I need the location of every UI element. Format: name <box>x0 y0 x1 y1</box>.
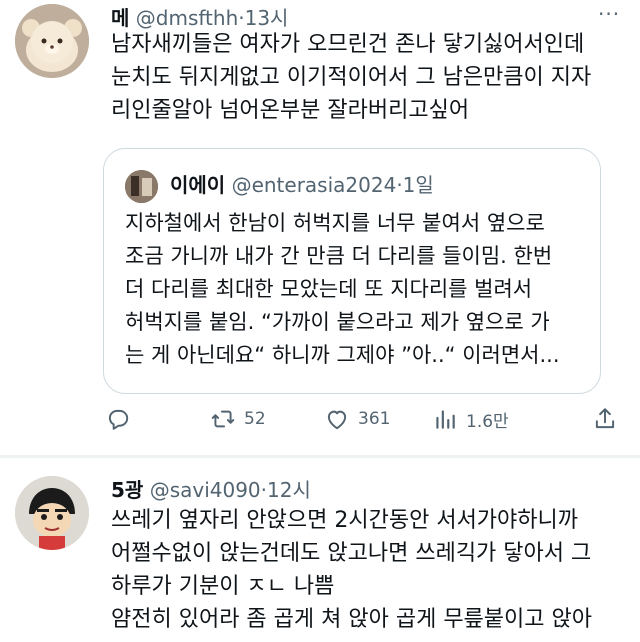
timestamp[interactable]: 12시 <box>267 478 311 502</box>
quoted-tweet[interactable]: 이에이 @enterasia2024·1일 지하철에서 한남이 허벅지를 너무 … <box>103 148 601 394</box>
quote-text-line: 는 게 아닌데요“ 하니까 그제야 ”아..“ 이러면서... <box>125 343 560 367</box>
tweet-text-line: 얌전히 있어라 좀 곱게 쳐 앉아 곱게 무릎붙이고 앉아 <box>111 607 592 632</box>
views-button[interactable]: 1.6만 <box>432 406 509 432</box>
retweet-button[interactable]: 52 <box>210 406 266 432</box>
display-name[interactable]: 5광 <box>111 478 143 502</box>
tweet-text-line: 하루가 기분이 ㅈㄴ 나쁨 <box>111 574 335 599</box>
quote-text-line: 더 다리를 최대한 모았는데 또 지다리를 벌려서 <box>125 277 533 301</box>
quote-handle: @enterasia2024 <box>231 173 397 197</box>
action-bar: 52 361 1.6만 <box>100 406 630 440</box>
retweet-icon <box>211 410 235 428</box>
like-icon <box>327 410 347 430</box>
tweet-header: 5광 @savi4090·12시 <box>111 476 311 504</box>
tweet-text: 남자새끼들은 여자가 오므린건 존나 닿기싫어서인데 눈치도 뒤지게없고 이기적… <box>111 28 591 127</box>
quote-text-line: 조금 가니까 내가 간 만큼 더 다리를 들이밈. 한번 <box>125 244 553 268</box>
share-icon <box>595 408 615 429</box>
views-count: 1.6만 <box>466 411 509 432</box>
tweet-text-line: 눈치도 뒤지게없고 이기적이어서 그 남은만큼이 지자 <box>111 65 592 90</box>
avatar[interactable] <box>15 476 89 550</box>
tweet[interactable]: 메 @dmsfthh·13시 ··· 남자새끼들은 여자가 오므린건 존나 닿기… <box>0 0 640 455</box>
tweet-text: 쓰레기 옆자리 안앉으면 2시간동안 서서가야하니까 어쩔수없이 앉는건데도 앉… <box>111 504 592 636</box>
share-button[interactable] <box>592 406 618 432</box>
like-count: 361 <box>358 409 391 429</box>
quote-display-name: 이에이 <box>170 173 226 197</box>
quote-text-line: 허벅지를 붙임. “가까이 붙으라고 제가 옆으로 가 <box>125 310 550 334</box>
tweet-text-line: 쓰레기 옆자리 안앉으면 2시간동안 서서가야하니까 <box>111 508 579 533</box>
quote-header: 이에이 @enterasia2024·1일 <box>170 171 434 199</box>
timestamp[interactable]: 13시 <box>245 6 289 30</box>
retweet-count: 52 <box>244 409 266 429</box>
tweet-text-line: 리인줄알아 넘어온부분 잘라버리고싶어 <box>111 98 470 123</box>
tweet[interactable]: 5광 @savi4090·12시 쓰레기 옆자리 안앉으면 2시간동안 서서가야… <box>0 458 640 642</box>
like-button[interactable]: 361 <box>324 406 390 432</box>
handle[interactable]: @savi4090 <box>150 478 261 502</box>
handle[interactable]: @dmsfthh <box>136 6 238 30</box>
quote-text-line: 지하철에서 한남이 허벅지를 너무 붙여서 옆으로 <box>125 211 545 235</box>
quote-avatar <box>125 170 158 203</box>
avatar[interactable] <box>15 4 89 78</box>
quote-text: 지하철에서 한남이 허벅지를 너무 붙여서 옆으로 조금 가니까 내가 간 만큼… <box>125 207 560 372</box>
quote-timestamp: 1일 <box>402 173 434 197</box>
views-icon <box>436 410 455 429</box>
reply-button[interactable] <box>105 406 131 432</box>
tweet-text-line: 어쩔수없이 앉는건데도 앉고나면 쓰레긱가 닿아서 그 <box>111 541 592 566</box>
display-name[interactable]: 메 <box>111 6 129 30</box>
more-icon[interactable]: ··· <box>598 2 620 26</box>
reply-icon <box>108 409 129 430</box>
tweet-text-line: 남자새끼들은 여자가 오므린건 존나 닿기싫어서인데 <box>111 32 585 57</box>
